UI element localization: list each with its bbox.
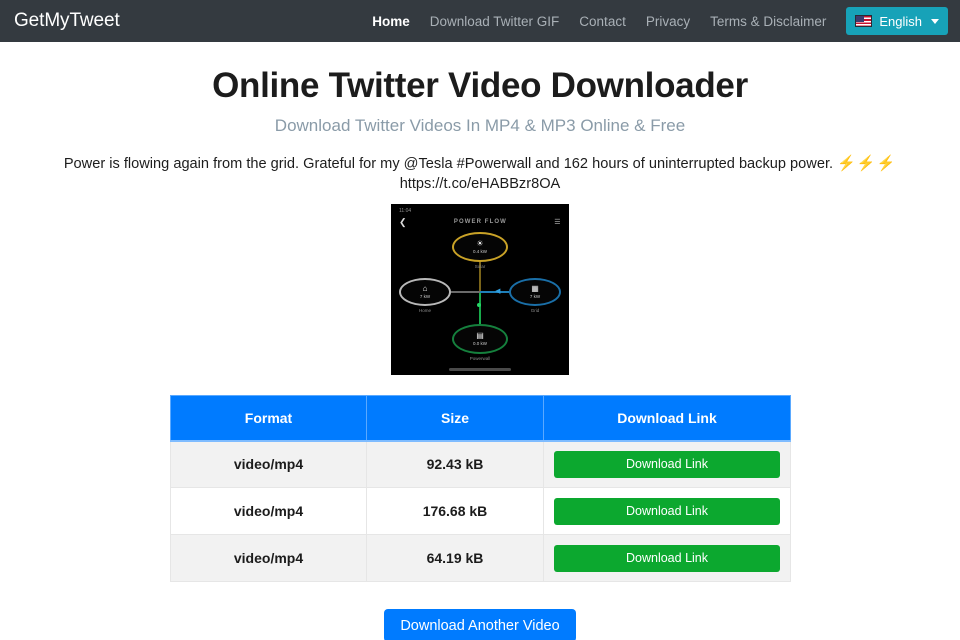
home-indicator-bar	[449, 368, 511, 371]
solar-icon: ☀	[476, 239, 484, 248]
nav-link-contact[interactable]: Contact	[569, 14, 636, 29]
column-header-download-link: Download Link	[543, 395, 791, 442]
flow-line-powerwall	[479, 292, 481, 324]
node-solar-value: 0.4 kW	[472, 249, 487, 254]
table-header-row: Format Size Download Link	[170, 395, 791, 442]
table-row: video/mp4 176.68 kB Download Link	[170, 487, 791, 535]
footer-actions: Download Another Video	[0, 609, 960, 640]
page-subtitle: Download Twitter Videos In MP4 & MP3 Onl…	[274, 116, 686, 135]
download-another-video-button[interactable]: Download Another Video	[384, 609, 576, 640]
download-table: Format Size Download Link video/mp4 92.4…	[170, 395, 791, 582]
video-app-topbar: ❮ POWER FLOW ☰	[391, 216, 569, 228]
table-row: video/mp4 92.43 kB Download Link	[170, 440, 791, 488]
bars-icon: ☰	[554, 219, 561, 226]
page-title: Online Twitter Video Downloader	[212, 66, 748, 105]
main-nav: Home Download Twitter GIF Contact Privac…	[362, 7, 948, 35]
cell-download: Download Link	[543, 487, 791, 535]
back-chevron-icon: ❮	[399, 216, 407, 227]
video-status-bar: 11:04	[391, 206, 569, 215]
flow-line-home	[451, 291, 480, 293]
node-powerwall-label: Powerwall	[469, 356, 491, 361]
cell-download: Download Link	[543, 534, 791, 582]
download-link-button[interactable]: Download Link	[554, 450, 780, 478]
cell-size: 176.68 kB	[366, 487, 544, 535]
cell-format: video/mp4	[170, 534, 367, 582]
table-row: video/mp4 64.19 kB Download Link	[170, 534, 791, 582]
node-home: ⌂ 7 kW	[399, 278, 451, 306]
powerwall-icon: ▤	[476, 331, 484, 340]
node-home-value: 7 kW	[419, 294, 431, 299]
column-header-format: Format	[170, 395, 367, 442]
flow-arrow-icon: ◀	[495, 288, 501, 295]
tweet-text: Power is flowing again from the grid. Gr…	[60, 154, 900, 194]
grid-icon: ▦	[531, 284, 539, 293]
tweet-text-line1: Power is flowing again from the grid. Gr…	[63, 156, 834, 172]
flow-dot-icon	[477, 303, 481, 307]
chevron-down-icon	[931, 18, 939, 24]
cell-format: video/mp4	[170, 487, 367, 535]
video-screen-title: POWER FLOW	[453, 219, 507, 225]
tweet-text-link: https://t.co/eHABBzr8OA	[399, 176, 561, 192]
cell-download: Download Link	[543, 440, 791, 488]
node-powerwall-value: 0.0 kW	[472, 341, 487, 346]
node-solar: ☀ 0.4 kW	[452, 232, 508, 262]
nav-link-download-twitter-gif[interactable]: Download Twitter GIF	[420, 14, 570, 29]
download-table-wrapper: Format Size Download Link video/mp4 92.4…	[170, 395, 791, 582]
language-selector-label: English	[879, 13, 922, 29]
lightning-bolt-icon: ⚡⚡⚡	[837, 155, 897, 172]
us-flag-icon	[855, 15, 873, 27]
language-selector-button[interactable]: English	[846, 7, 948, 35]
site-brand[interactable]: GetMyTweet	[14, 10, 120, 32]
video-status-time: 11:04	[399, 207, 412, 214]
video-preview[interactable]: 11:04 ❮ POWER FLOW ☰ ◀ ☀ 0.4 kW Solar ⌂ …	[391, 204, 569, 375]
cell-format: video/mp4	[170, 440, 367, 488]
power-flow-diagram: ◀ ☀ 0.4 kW Solar ⌂ 7 kW Home ▦ 7 kW Grid…	[391, 228, 569, 361]
download-link-button[interactable]: Download Link	[554, 497, 780, 525]
column-header-size: Size	[366, 395, 544, 442]
node-powerwall: ▤ 0.0 kW	[452, 324, 508, 354]
nav-link-terms-disclaimer[interactable]: Terms & Disclaimer	[700, 14, 836, 29]
download-link-button[interactable]: Download Link	[554, 544, 780, 572]
node-solar-label: Solar	[474, 264, 486, 269]
node-home-label: Home	[418, 308, 431, 313]
top-navbar: GetMyTweet Home Download Twitter GIF Con…	[0, 0, 960, 42]
node-grid: ▦ 7 kW	[509, 278, 561, 306]
node-grid-value: 7 kW	[529, 294, 541, 299]
nav-link-privacy[interactable]: Privacy	[636, 14, 700, 29]
cell-size: 64.19 kB	[366, 534, 544, 582]
cell-size: 92.43 kB	[366, 440, 544, 488]
nav-link-home[interactable]: Home	[362, 14, 420, 29]
home-icon: ⌂	[422, 284, 428, 293]
node-grid-label: Grid	[530, 308, 540, 313]
